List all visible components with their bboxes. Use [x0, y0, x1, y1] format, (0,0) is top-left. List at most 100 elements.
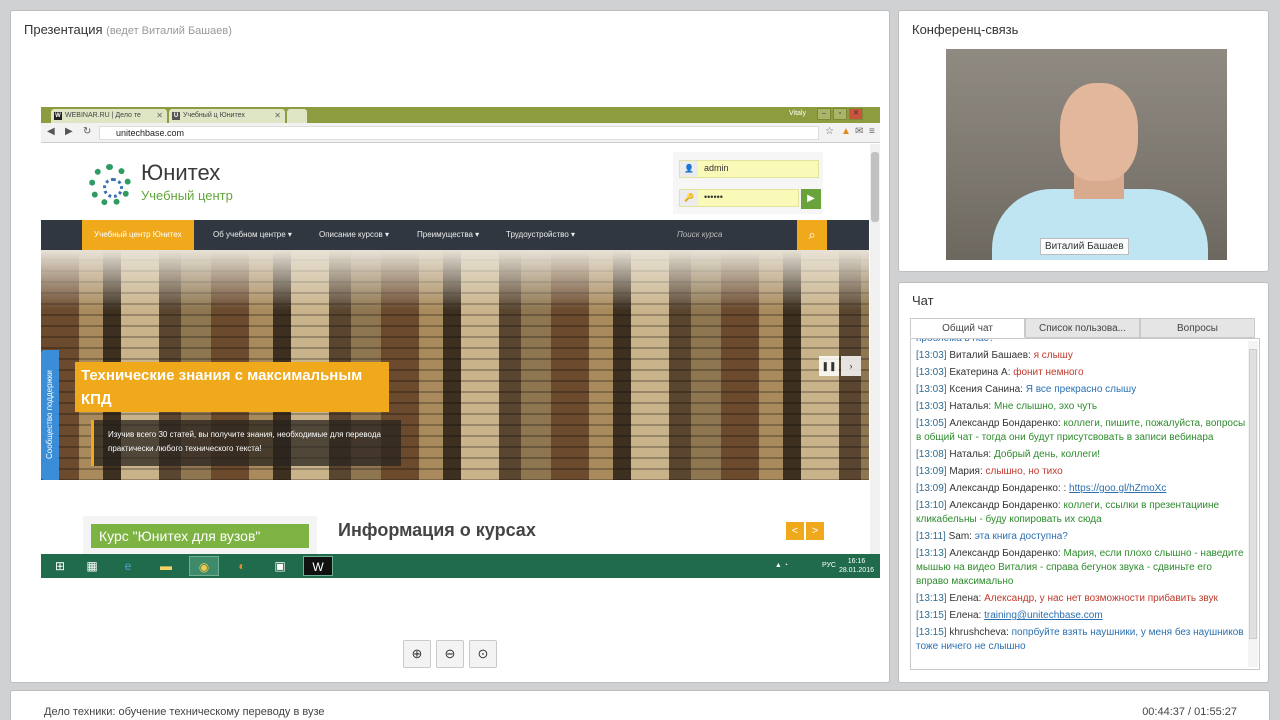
chat-message: [13:13] Елена: Александр, у нас нет возм…	[916, 592, 1246, 606]
next-arrow-icon: >	[806, 522, 824, 540]
message-time: [13:09]	[916, 466, 947, 477]
message-author: Елена:	[949, 610, 982, 621]
pause-icon: ❚❚	[819, 356, 839, 376]
message-time: [13:13]	[916, 593, 947, 604]
course-badge: Курс "Юнитех для вузов"	[91, 524, 309, 548]
presentation-title-text: Презентация	[24, 22, 103, 37]
message-time: [13:03]	[916, 401, 947, 412]
calculator-icon: ▦	[86, 559, 98, 573]
message-time: [13:09]	[916, 483, 947, 494]
message-time: [13:08]	[916, 449, 947, 460]
conference-panel: Конференц-связь Виталий Башаев	[898, 10, 1269, 272]
message-author: Александр Бондаренко:	[949, 500, 1061, 511]
tab-user-list[interactable]: Список пользова...	[1025, 318, 1140, 338]
message-time: [13:11]	[916, 531, 946, 542]
message-link[interactable]: training@unitechbase.com	[984, 610, 1103, 621]
login-go-icon: ▶	[801, 189, 821, 209]
message-author: Александр Бондаренко:	[949, 418, 1061, 429]
back-icon: ◀	[47, 126, 55, 137]
maximize-icon: ▫	[833, 108, 847, 120]
hero-banner: Сообщество поддержки Технические знания …	[41, 250, 869, 480]
tray-icons: ▲ ◔	[774, 562, 788, 569]
message-author: Александр Бондаренко:	[949, 548, 1061, 559]
menu-item-advantages: Преимущества ▾	[417, 230, 480, 239]
extension-icon: ▲	[841, 126, 851, 137]
address-bar: unitechbase.com	[99, 126, 819, 140]
search-icon: ⌕	[797, 220, 827, 250]
logo-title: Юнитех	[141, 160, 221, 185]
message-time: [13:13]	[916, 548, 947, 559]
chat-message: [13:03] Ксения Санина: Я все прекрасно с…	[916, 383, 1246, 397]
message-text: фонит немного	[1013, 367, 1084, 378]
message-author: Мария:	[949, 466, 983, 477]
message-author: Виталий Башаев:	[949, 350, 1031, 361]
webinar-app-icon: W	[303, 556, 333, 576]
message-time: [13:03]	[916, 350, 947, 361]
message-author: Ксения Санина:	[949, 384, 1023, 395]
zoom-out-button[interactable]: ⊖	[436, 640, 464, 668]
message-author: Sam:	[948, 531, 972, 542]
message-text: слышно, но тихо	[985, 466, 1063, 477]
chat-message: [13:03] Екатерина А: фонит немного	[916, 366, 1246, 380]
conference-title: Конференц-связь	[912, 22, 1019, 37]
message-list: проблема в нас? [13:03] Виталий Башаев: я…	[916, 338, 1246, 657]
logo-subtitle: Учебный центр	[141, 188, 233, 203]
message-link[interactable]: https://goo.gl/hZmoXc	[1069, 483, 1166, 494]
chat-message: [13:08] Наталья: Добрый день, коллеги!	[916, 448, 1246, 462]
site-search-field: Поиск курса	[677, 230, 723, 239]
website-page: Юнитех Учебный центр 👤 admin 🔑 •••••• ▶ …	[41, 144, 869, 554]
tab-general-chat[interactable]: Общий чат	[910, 318, 1025, 338]
chat-message: [13:09] Александр Бондаренко: : https://…	[916, 482, 1246, 496]
chrome-icon: ◉	[189, 556, 219, 576]
zoom-fit-button[interactable]: ⊙	[469, 640, 497, 668]
message-text: Я все прекрасно слышу	[1025, 384, 1137, 395]
login-user-field: 👤 admin	[679, 160, 819, 178]
star-icon: ☆	[825, 126, 834, 137]
message-author: Александр Бондаренко: :	[949, 483, 1067, 494]
chat-panel: Чат Общий чат Список пользова... Вопросы…	[898, 282, 1269, 683]
chat-message: [13:10] Александр Бондаренко: коллеги, с…	[916, 499, 1246, 527]
chat-messages: проблема в нас? [13:03] Виталий Башаев: я…	[910, 338, 1260, 670]
message-author: Наталья:	[949, 449, 992, 460]
speaker-name-label: Виталий Башаев	[1040, 238, 1129, 255]
menu-item-home: Учебный центр Юнитех	[82, 220, 194, 250]
speaker-video[interactable]: Виталий Башаев	[946, 49, 1227, 260]
zoom-in-button[interactable]: ⊕	[403, 640, 431, 668]
message-author: Елена:	[949, 593, 982, 604]
login-password-field: 🔑 ••••••	[679, 189, 799, 207]
browser-tab-label: WEBINAR.RU | Дело те	[65, 112, 141, 119]
shared-screen: W WEBINAR.RU | Дело те ✕ U Учебный ц Юни…	[41, 107, 880, 578]
hero-text: Изучив всего 30 статей, вы получите знан…	[91, 420, 401, 466]
speaker-head	[1060, 83, 1138, 181]
chat-message: [13:03] Виталий Башаев: я слышу	[916, 349, 1246, 363]
message-text: проблема в нас?	[916, 338, 995, 344]
message-text: Мне слышно, эхо чуть	[994, 401, 1098, 412]
message-text: эта книга доступна?	[974, 531, 1068, 542]
unitech-favicon-icon: U	[172, 112, 180, 120]
course-arrows: < >	[786, 522, 826, 540]
browser-toolbar: ◀ ▶ ↻ unitechbase.com ☆ ▲ ✉ ≡	[41, 123, 880, 143]
message-time: [13:15]	[916, 627, 947, 638]
chat-scrollbar[interactable]	[1248, 341, 1258, 667]
prev-arrow-icon: <	[786, 522, 804, 540]
message-time: [13:05]	[916, 418, 947, 429]
chat-message: проблема в нас?	[916, 338, 1246, 346]
chat-message: [13:13] Александр Бондаренко: Мария, есл…	[916, 547, 1246, 589]
clock-time: 16:16	[847, 558, 866, 565]
chat-message: [13:09] Мария: слышно, но тихо	[916, 465, 1246, 479]
windows-start-icon: ⊞	[54, 559, 66, 573]
os-taskbar: ⊞ ▦ e ▬ ◉ ◐ ▣ W ▲ ◔ РУС 16:16 28.01.2016	[41, 554, 880, 578]
lang-indicator: РУС	[821, 562, 836, 569]
support-tab: Сообщество поддержки	[41, 350, 59, 480]
tab-questions[interactable]: Вопросы	[1140, 318, 1255, 338]
ie-icon: e	[124, 559, 132, 573]
chat-message: [13:05] Александр Бондаренко: коллеги, п…	[916, 417, 1246, 445]
message-time: [13:03]	[916, 384, 947, 395]
message-time: [13:15]	[916, 610, 947, 621]
browser-tab-unitech: U Учебный ц Юнитех ✕	[169, 109, 285, 123]
chat-tabs: Общий чат Список пользова... Вопросы	[910, 318, 1255, 338]
mail-icon: ✉	[855, 126, 864, 137]
reload-icon: ↻	[83, 126, 92, 137]
logo-mark-icon	[89, 164, 131, 206]
menu-item-employment: Трудоустройство ▾	[506, 230, 576, 239]
